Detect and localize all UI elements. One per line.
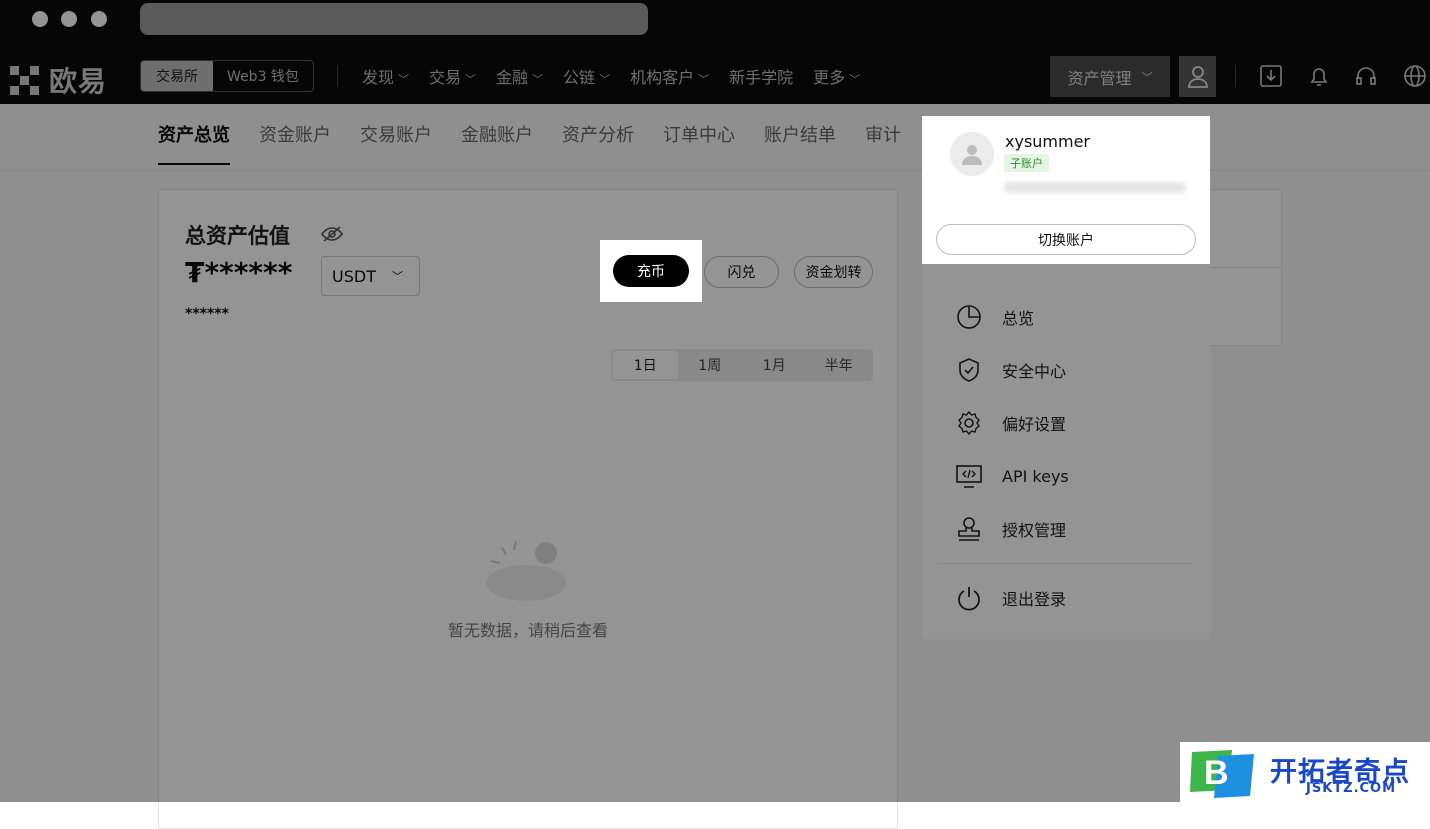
bell-icon[interactable]	[1307, 64, 1331, 88]
tab-audit[interactable]: 审计	[865, 121, 901, 165]
top-navigation: 欧易 交易所 Web3 钱包 发现 ﹀ 交易 ﹀ 金融 ﹀ 公链 ﹀ 机构客户 ﹀ 新手学…	[0, 48, 1430, 104]
tab-asset-analysis[interactable]: 资产分析	[562, 121, 634, 165]
divider	[938, 563, 1194, 564]
mode-switch: 交易所 Web3 钱包	[140, 60, 314, 92]
chevron-down-icon: ﹀	[532, 73, 544, 86]
tab-statements[interactable]: 账户结单	[764, 121, 836, 165]
total-asset-value: ₮******	[185, 256, 293, 289]
globe-icon[interactable]	[1403, 64, 1427, 88]
nav-item-trade[interactable]: 交易 ﹀	[429, 64, 476, 88]
sub-account-badge: 子账户	[1004, 154, 1049, 172]
window-titlebar	[0, 0, 1430, 48]
chevron-down-icon: ﹀	[698, 73, 710, 86]
watermark-letter: B	[1204, 754, 1229, 792]
tab-funding-account[interactable]: 资金账户	[259, 121, 331, 165]
user-profile-button[interactable]	[1179, 56, 1216, 97]
maximize-window-button[interactable]	[91, 11, 107, 27]
shield-check-icon	[956, 357, 982, 383]
okx-logo-icon	[10, 65, 39, 95]
tab-finance-account[interactable]: 金融账户	[461, 121, 533, 165]
divider	[0, 170, 1430, 171]
chevron-down-icon: ﹀	[465, 73, 477, 86]
power-icon	[956, 585, 982, 611]
nav-item-institutional[interactable]: 机构客户 ﹀	[630, 64, 709, 88]
eye-off-icon[interactable]	[321, 226, 343, 242]
transfer-button[interactable]: 资金划转	[794, 256, 873, 288]
watermark-logo-icon: B	[1190, 750, 1254, 798]
tab-order-center[interactable]: 订单中心	[663, 121, 735, 165]
currency-select[interactable]: USDT ﹀	[321, 256, 420, 296]
nav-item-chain[interactable]: 公链 ﹀	[563, 64, 610, 88]
download-icon[interactable]	[1259, 64, 1283, 88]
minimize-window-button[interactable]	[61, 11, 77, 27]
gear-icon	[956, 410, 982, 436]
stamp-icon	[956, 516, 982, 542]
brand-name: 欧易	[49, 65, 108, 98]
menu-item-api-keys[interactable]: API keys	[956, 456, 1069, 496]
period-6m[interactable]: 半年	[807, 351, 872, 379]
watermark-subtitle: JSKTZ.COM	[1306, 781, 1397, 796]
nav-item-discover[interactable]: 发现 ﹀	[362, 64, 409, 88]
nav-item-finance[interactable]: 金融 ﹀	[496, 64, 543, 88]
period-selector: 1日 1周 1月 半年	[611, 349, 873, 381]
watermark: B 开拓者奇点 JSKTZ.COM	[1180, 742, 1430, 802]
empty-state-icon	[486, 540, 566, 601]
code-monitor-icon	[956, 463, 982, 489]
user-icon	[1187, 65, 1208, 88]
asset-overview-card: 总资产估值 ₮****** ****** USDT ﹀ 充币 闪兑 资金划转 1…	[158, 189, 898, 829]
asset-sub-value: ******	[185, 306, 229, 322]
address-bar[interactable]	[140, 3, 648, 35]
menu-item-authorization[interactable]: 授权管理	[956, 509, 1066, 549]
chevron-down-icon: ﹀	[391, 270, 403, 283]
masked-account-id	[1004, 182, 1186, 193]
web3-wallet-tab[interactable]: Web3 钱包	[213, 61, 313, 91]
menu-item-logout[interactable]: 退出登录	[956, 578, 1066, 618]
menu-item-overview[interactable]: 总览	[956, 297, 1034, 337]
page-content: 资产总览 资金账户 交易账户 金融账户 资产分析 订单中心 账户结单 审计 总资…	[0, 104, 1430, 829]
tab-asset-overview[interactable]: 资产总览	[158, 121, 230, 165]
chevron-down-icon: ﹀	[398, 73, 410, 86]
total-asset-title: 总资产估值	[185, 224, 290, 248]
pie-chart-icon	[956, 304, 982, 330]
asset-management-button[interactable]: 资产管理 ﹀	[1050, 56, 1170, 97]
menu-item-security-center[interactable]: 安全中心	[956, 350, 1066, 390]
user-icon	[962, 145, 982, 165]
chevron-down-icon: ﹀	[599, 73, 611, 86]
nav-item-academy[interactable]: 新手学院	[729, 64, 793, 88]
divider	[1235, 65, 1236, 87]
period-1w[interactable]: 1周	[678, 351, 743, 379]
period-1m[interactable]: 1月	[742, 351, 807, 379]
brand-logo[interactable]: 欧易	[10, 60, 107, 100]
close-window-button[interactable]	[32, 11, 48, 27]
account-header: xysummer 子账户 切换账户	[922, 116, 1210, 264]
chevron-down-icon: ﹀	[1141, 70, 1153, 84]
nav-item-more[interactable]: 更多 ﹀	[813, 64, 860, 88]
username: xysummer	[1005, 132, 1091, 151]
asset-subnav: 资产总览 资金账户 交易账户 金融账户 资产分析 订单中心 账户结单 审计	[158, 121, 901, 165]
tab-trading-account[interactable]: 交易账户	[360, 121, 432, 165]
main-menu: 发现 ﹀ 交易 ﹀ 金融 ﹀ 公链 ﹀ 机构客户 ﹀ 新手学院 更多 ﹀	[362, 64, 860, 88]
convert-button[interactable]: 闪兑	[704, 256, 779, 288]
deposit-button-highlight[interactable]: 充币	[613, 255, 689, 287]
empty-state-text: 暂无数据，请稍后查看	[447, 621, 608, 640]
highlighted-deposit-area: 充币	[600, 240, 702, 302]
avatar	[950, 132, 994, 176]
chevron-down-icon: ﹀	[849, 73, 861, 86]
period-1d[interactable]: 1日	[613, 351, 678, 379]
divider	[337, 65, 338, 87]
switch-account-button[interactable]: 切换账户	[936, 224, 1196, 255]
menu-item-preferences[interactable]: 偏好设置	[956, 403, 1066, 443]
headset-icon[interactable]	[1354, 64, 1378, 88]
exchange-tab[interactable]: 交易所	[141, 61, 213, 91]
